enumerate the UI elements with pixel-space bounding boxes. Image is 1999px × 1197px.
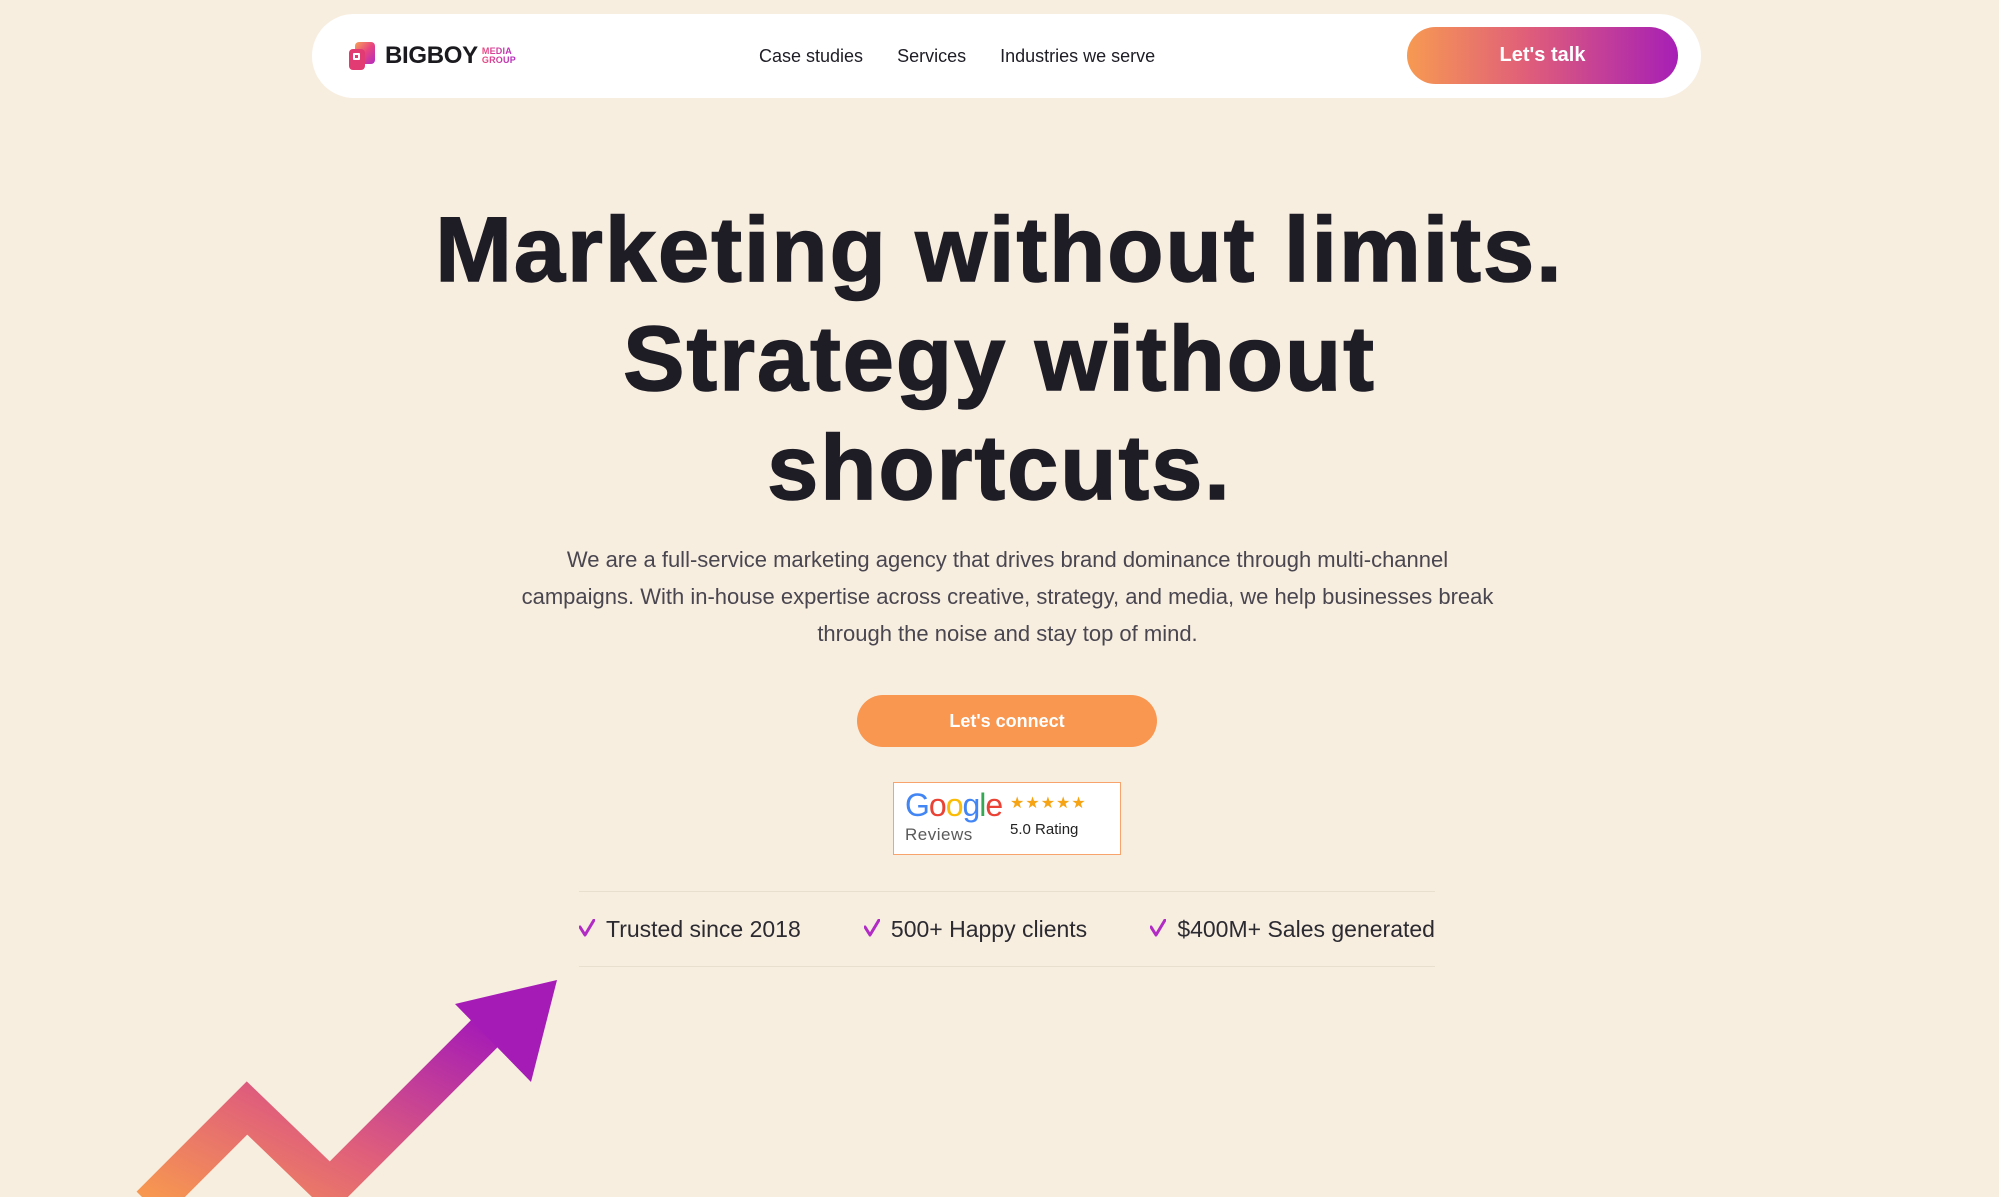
- star-icon: ★: [1056, 795, 1072, 812]
- trust-item-label: $400M+ Sales generated: [1177, 915, 1435, 942]
- hero-title-line-2: Strategy without: [622, 307, 1376, 411]
- nav-link-services[interactable]: Services: [897, 46, 966, 67]
- google-logo: Google: [905, 787, 1003, 823]
- lets-talk-button[interactable]: Let's talk: [1407, 27, 1678, 84]
- logo-wordmark: BIGBOY: [385, 42, 478, 69]
- check-icon: [863, 916, 881, 937]
- google-reviews-label: Reviews: [905, 825, 973, 844]
- check-icon: [578, 916, 596, 937]
- top-navbar: BIGBOY MEDIA GROUP Case studies Services…: [312, 14, 1701, 98]
- growth-arrow-icon: [136, 980, 557, 1197]
- trust-item-label: Trusted since 2018: [606, 915, 801, 942]
- trust-item-label: 500+ Happy clients: [890, 915, 1088, 942]
- trust-item-sales: $400M+ Sales generated: [1149, 915, 1435, 943]
- trust-item-clients: 500+ Happy clients: [863, 915, 1088, 943]
- logo-subtitle: MEDIA GROUP: [482, 47, 516, 65]
- lets-connect-button[interactable]: Let's connect: [857, 695, 1157, 747]
- nav-links: Case studies Services Industries we serv…: [759, 14, 1189, 98]
- check-icon: [1149, 916, 1167, 937]
- rating-text: 5.0 Rating: [1010, 821, 1079, 838]
- hero-subtitle: We are a full-service marketing agency t…: [521, 547, 1494, 646]
- hero-title: Marketing without limits. Strategy witho…: [0, 196, 1999, 523]
- star-icon: ★: [1071, 795, 1087, 812]
- star-icon: ★: [1010, 795, 1026, 812]
- nav-link-industries[interactable]: Industries we serve: [1000, 46, 1155, 67]
- bigboy-logo-icon: [346, 40, 378, 72]
- trust-bar: Trusted since 2018 500+ Happy clients $4…: [578, 891, 1435, 967]
- google-reviews-badge[interactable]: Google Reviews ★★★★★ 5.0 Rating: [893, 782, 1121, 855]
- logo-sub-group: GROUP: [481, 55, 516, 65]
- brand-logo[interactable]: BIGBOY MEDIA GROUP: [346, 39, 516, 73]
- trust-item-since: Trusted since 2018: [578, 915, 801, 943]
- rating-stars: ★★★★★: [1010, 796, 1087, 812]
- nav-link-case-studies[interactable]: Case studies: [759, 46, 863, 67]
- star-icon: ★: [1040, 795, 1057, 812]
- star-icon: ★: [1025, 795, 1041, 812]
- hero-title-line-3: shortcuts.: [766, 416, 1232, 520]
- hero-title-line-1: Marketing without limits.: [435, 198, 1564, 302]
